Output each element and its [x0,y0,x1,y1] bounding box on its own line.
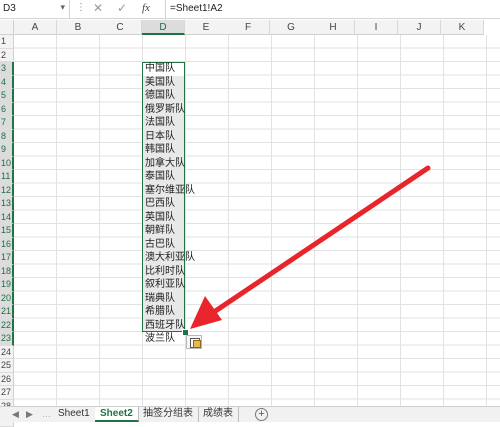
annotation-arrow [190,165,431,329]
sheet-tab-bar: ◀ ▶ … Sheet1 Sheet2 抽签分组表 成绩表 + [0,406,500,422]
tab-label: Sheet1 [58,408,90,419]
tab-sheet1[interactable]: Sheet1 [53,407,96,422]
tab-scores[interactable]: 成绩表 [198,407,239,422]
add-sheet-icon[interactable]: + [255,408,268,421]
tab-sheet2[interactable]: Sheet2 [95,407,139,422]
tab-more-icon[interactable]: … [42,409,51,419]
tab-label: Sheet2 [100,408,133,419]
scroll-right-icon[interactable]: ▶ [26,409,33,420]
tab-group-draw[interactable]: 抽签分组表 [138,407,199,422]
tab-label: 成绩表 [203,408,233,419]
scroll-left-icon[interactable]: ◀ [12,409,19,420]
tab-label: 抽签分组表 [143,408,193,419]
